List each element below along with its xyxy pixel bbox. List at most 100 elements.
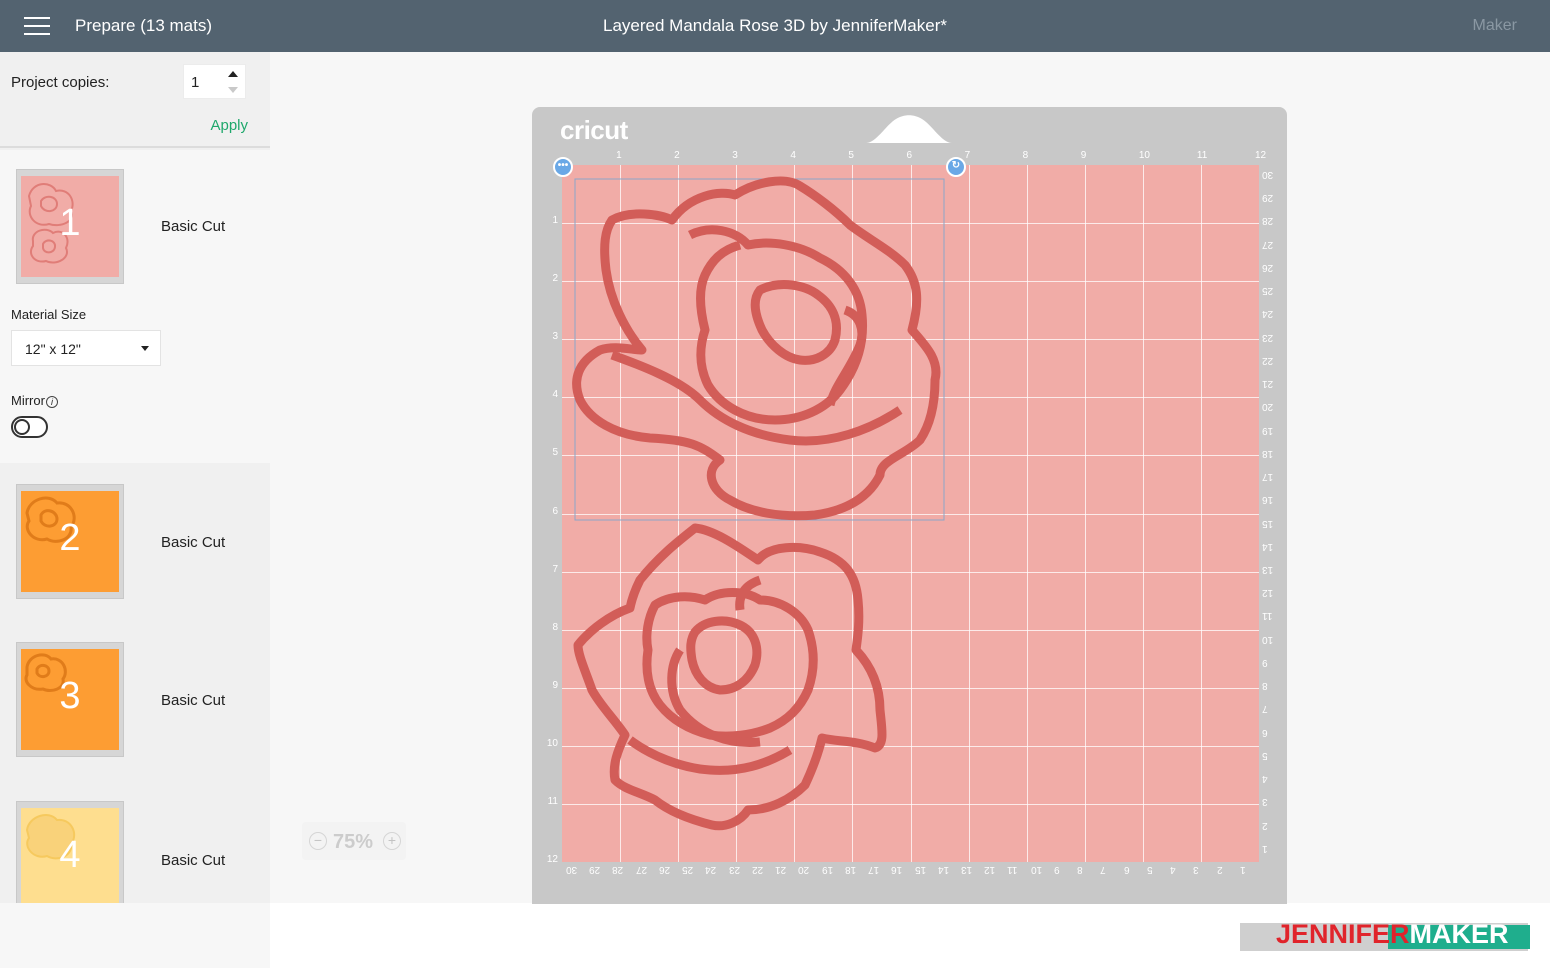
right-ruler-tick: 20 [1262, 401, 1274, 413]
left-ruler-tick: 5 [552, 447, 558, 459]
mat-thumbnail-fill: 3 [21, 649, 119, 750]
rotate-handle-icon[interactable]: ↻ [946, 157, 966, 177]
top-ruler-tick: 6 [906, 150, 913, 161]
project-copies-input[interactable]: 1 [183, 64, 246, 99]
material-size-select[interactable]: 12" x 12" [11, 330, 161, 366]
mat-thumbnail[interactable]: 2 [16, 484, 124, 599]
right-ruler-tick: 19 [1262, 424, 1274, 436]
right-ruler-tick: 25 [1262, 285, 1274, 297]
mat-cut-label: Basic Cut [161, 534, 226, 551]
right-ruler-tick: 2 [1262, 819, 1268, 831]
top-ruler-tick: 4 [790, 150, 796, 161]
right-ruler-tick: 3 [1262, 796, 1268, 808]
mat-cut-label: Basic Cut [161, 852, 226, 869]
bottom-ruler-tick: 10 [1030, 864, 1042, 875]
right-ruler-tick: 8 [1262, 680, 1268, 692]
hamburger-menu-icon[interactable] [24, 17, 50, 35]
apply-button[interactable]: Apply [210, 117, 248, 134]
top-ruler-tick: 7 [964, 150, 971, 161]
mat-number: 2 [59, 517, 81, 559]
right-ruler-tick: 9 [1262, 656, 1268, 668]
right-ruler-tick: 24 [1262, 308, 1274, 320]
material-size-label: Material Size [11, 307, 87, 322]
right-ruler-tick: 7 [1262, 703, 1268, 715]
top-ruler-tick: 5 [848, 150, 854, 161]
top-ruler-tick: 10 [1138, 150, 1150, 161]
project-copies-label: Project copies: [11, 74, 110, 91]
bottom-ruler-tick: 24 [705, 864, 717, 875]
mat-card-3[interactable]: 3 Basic Cut [0, 622, 270, 782]
mat-number: 4 [59, 834, 81, 876]
zoom-in-button[interactable]: + [383, 832, 401, 850]
mirror-toggle[interactable] [11, 416, 48, 438]
right-ruler-tick: 29 [1262, 192, 1274, 204]
machine-selector[interactable]: Maker [1473, 17, 1517, 35]
right-ruler-tick: 10 [1262, 633, 1274, 645]
prepare-title: Prepare (13 mats) [75, 16, 212, 35]
bottom-ruler-tick: 13 [960, 864, 973, 875]
top-ruler-tick: 9 [1080, 150, 1087, 161]
mat-thumbnail-fill: 2 [21, 491, 119, 592]
bottom-ruler-tick: 17 [868, 864, 880, 875]
right-ruler-tick: 22 [1262, 354, 1274, 366]
bottom-ruler-tick: 29 [589, 864, 601, 875]
decrement-icon[interactable] [228, 87, 238, 93]
logo-text: JENNIFERMAKER [1276, 919, 1509, 949]
right-ruler-tick: 17 [1262, 471, 1274, 483]
mat-thumbnail[interactable]: 4 [16, 801, 124, 903]
mat-grid [562, 165, 1259, 862]
left-ruler-tick: 3 [552, 331, 558, 343]
edit-handle-icon[interactable]: ••• [553, 157, 573, 177]
right-ruler-tick: 11 [1262, 610, 1273, 622]
top-ruler-tick: 12 [1255, 150, 1267, 161]
bottom-ruler-tick: 8 [1077, 864, 1083, 875]
right-ruler-tick: 6 [1262, 726, 1268, 738]
project-copies-section: Project copies: 1 Apply [0, 52, 270, 148]
left-ruler-tick: 11 [547, 795, 558, 807]
mat-card-2[interactable]: 2 Basic Cut [0, 463, 270, 623]
left-ruler-tick: 1 [552, 215, 558, 227]
increment-icon[interactable] [228, 71, 238, 77]
mirror-label-text: Mirror [11, 393, 45, 408]
mats-sidebar: Project copies: 1 Apply 1 Basic Cut Mate… [0, 52, 270, 968]
right-ruler-tick: 27 [1262, 238, 1274, 250]
zoom-control: − 75% + [302, 822, 406, 860]
mat-hanger-tab [866, 115, 952, 143]
mat-thumbnail[interactable]: 3 [16, 642, 124, 757]
left-ruler-tick: 7 [552, 563, 558, 575]
bottom-ruler-tick: 22 [751, 864, 763, 875]
right-ruler-tick: 16 [1262, 494, 1274, 506]
mat-card-4[interactable]: 4 Basic Cut [0, 782, 270, 903]
left-ruler-tick: 8 [552, 621, 558, 633]
right-ruler-tick: 15 [1262, 517, 1274, 529]
project-copies-value: 1 [191, 74, 200, 91]
mat-number: 1 [59, 202, 81, 244]
info-icon[interactable]: i [45, 395, 58, 408]
bottom-ruler-tick: 25 [682, 864, 694, 875]
right-ruler-tick: 23 [1262, 331, 1274, 343]
mat-cut-label: Basic Cut [161, 218, 226, 235]
left-ruler-tick: 6 [552, 505, 558, 517]
mat-thumbnail[interactable]: 1 [16, 169, 124, 284]
right-ruler-tick: 18 [1262, 447, 1274, 459]
mat-thumbnail-fill: 4 [21, 808, 119, 903]
bottom-ruler-tick: 21 [775, 864, 787, 875]
mat-options: Material Size 12" x 12" Mirror i [0, 297, 270, 463]
sidebar-bottom-fill [0, 903, 270, 968]
bottom-ruler-tick: 14 [937, 864, 949, 875]
top-ruler-tick: 8 [1022, 150, 1029, 161]
left-ruler-tick: 2 [552, 273, 558, 285]
zoom-level: 75% [333, 831, 374, 853]
right-ruler-tick: 4 [1262, 773, 1268, 785]
right-ruler-tick: 5 [1262, 749, 1268, 761]
bottom-ruler-tick: 16 [891, 864, 903, 875]
left-ruler-tick: 12 [546, 854, 558, 865]
bottom-ruler-tick: 15 [914, 864, 926, 875]
zoom-out-button[interactable]: − [309, 832, 327, 850]
bottom-ruler-tick: 26 [658, 864, 671, 875]
mat-card-1[interactable]: 1 Basic Cut [0, 150, 270, 297]
top-ruler-tick: 3 [732, 150, 738, 161]
bottom-ruler-tick: 19 [821, 864, 833, 875]
right-ruler-tick: 13 [1262, 563, 1274, 575]
bottom-ruler-tick: 28 [612, 864, 624, 875]
